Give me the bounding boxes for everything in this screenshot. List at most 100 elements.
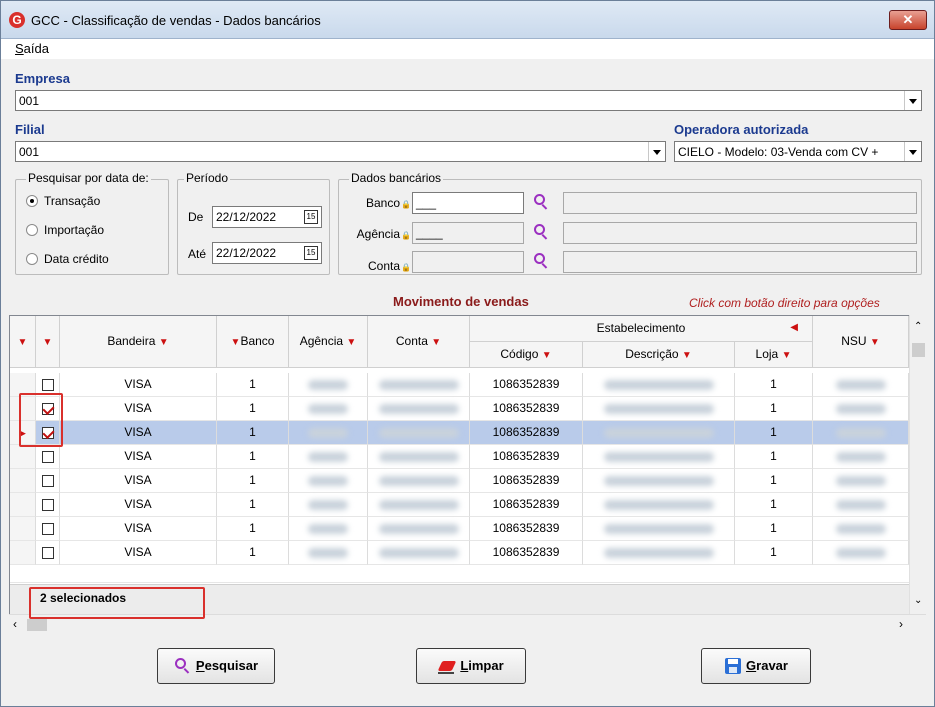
chevron-down-icon[interactable]	[904, 91, 921, 110]
search-icon[interactable]	[533, 224, 549, 240]
filter-icon[interactable]: ▼	[231, 337, 241, 348]
ate-date-input[interactable]: 22/12/2022 15	[212, 242, 322, 264]
table-row[interactable]: VISA 1 1086352839 1	[10, 517, 910, 541]
table-row[interactable]: VISA 1 1086352839 1	[10, 373, 910, 397]
radio-button[interactable]	[26, 224, 38, 236]
table-row[interactable]: VISA 1 1086352839 1	[10, 445, 910, 469]
row-checkbox[interactable]	[41, 498, 54, 511]
grid-caption: Movimento de vendas	[393, 294, 529, 309]
row-checkbox-cell[interactable]	[36, 445, 60, 469]
cell-conta	[368, 397, 470, 421]
col-agencia-header[interactable]: Agência ▼	[289, 316, 368, 368]
redacted-value	[603, 403, 714, 414]
col-nsu-label: NSU	[841, 334, 867, 348]
cell-bandeira: VISA	[60, 421, 217, 445]
filter-icon[interactable]: ▼	[43, 337, 53, 348]
checkbox-column-header[interactable]: ▼	[36, 316, 60, 368]
scroll-thumb-h[interactable]	[27, 619, 47, 631]
close-button[interactable]: ✕	[889, 10, 927, 30]
filter-icon[interactable]: ▼	[431, 337, 441, 348]
search-icon[interactable]	[533, 194, 549, 210]
cell-nsu	[813, 469, 909, 493]
col-bandeira-label: Bandeira	[107, 334, 156, 348]
radio-transacao[interactable]: Transação	[26, 194, 100, 210]
redacted-value	[378, 475, 459, 486]
table-row[interactable]: VISA 1 1086352839 1	[10, 541, 910, 565]
agencia-label-text: Agência	[356, 227, 401, 241]
title-bar[interactable]: G GCC - Classificação de vendas - Dados …	[1, 1, 934, 39]
cell-loja: 1	[735, 493, 813, 517]
col-descricao-header[interactable]: Descrição ▼	[583, 342, 735, 368]
table-row[interactable]: VISA 1 1086352839 1	[10, 397, 910, 421]
col-loja-header[interactable]: Loja ▼	[735, 342, 813, 368]
redacted-value	[603, 523, 714, 534]
cell-agencia	[289, 517, 368, 541]
filter-icon[interactable]: ▼	[870, 337, 880, 348]
banco-label: Banco🔒	[343, 196, 411, 210]
app-logo-icon: G	[9, 12, 25, 28]
row-checkbox[interactable]	[41, 546, 54, 559]
chevron-down-icon[interactable]	[904, 142, 921, 161]
col-bandeira-header[interactable]: Bandeira ▼	[60, 316, 217, 368]
row-checkbox[interactable]	[41, 522, 54, 535]
col-banco-header[interactable]: ▼Banco	[217, 316, 289, 368]
agencia-input[interactable]: ____	[412, 222, 524, 244]
conta-input[interactable]	[412, 251, 524, 273]
row-checkbox-cell[interactable]	[36, 541, 60, 565]
cell-agencia	[289, 469, 368, 493]
col-banco-label: Banco	[240, 334, 275, 348]
operadora-combo[interactable]: CIELO - Modelo: 03-Venda com CV +	[674, 141, 922, 162]
row-checkbox[interactable]	[41, 378, 54, 391]
banco-input[interactable]: ___	[412, 192, 524, 214]
gravar-label: ravar	[756, 658, 788, 673]
scroll-down-icon[interactable]: ⌄	[914, 595, 922, 606]
cell-loja: 1	[735, 373, 813, 397]
scroll-right-icon[interactable]: ›	[899, 617, 903, 631]
cell-agencia	[289, 493, 368, 517]
cell-conta	[368, 445, 470, 469]
row-checkbox[interactable]	[41, 450, 54, 463]
filter-icon[interactable]: ▼	[542, 350, 552, 361]
radio-button[interactable]	[26, 195, 38, 207]
operadora-value: CIELO - Modelo: 03-Venda com CV +	[678, 145, 879, 159]
collapse-arrow-icon[interactable]: ◀	[790, 316, 798, 340]
vertical-scrollbar[interactable]: ⌃ ⌄	[909, 315, 926, 614]
table-row[interactable]: ▶ VISA 1 1086352839 1	[10, 421, 910, 445]
filter-icon[interactable]: ▼	[782, 350, 792, 361]
scroll-up-icon[interactable]: ⌃	[914, 321, 922, 332]
col-nsu-header[interactable]: NSU ▼	[813, 316, 909, 368]
radio-button[interactable]	[26, 253, 38, 265]
filial-combo[interactable]: 001	[15, 141, 666, 162]
filter-icon[interactable]: ▼	[346, 337, 356, 348]
redacted-value	[378, 451, 459, 462]
scroll-thumb[interactable]	[912, 343, 925, 357]
row-checkbox-cell[interactable]	[36, 469, 60, 493]
empresa-combo[interactable]: 001	[15, 90, 922, 111]
limpar-button[interactable]: Limpar	[416, 648, 526, 684]
filter-icon[interactable]: ▼	[159, 337, 169, 348]
redacted-value	[603, 547, 714, 558]
scroll-left-icon[interactable]: ‹	[13, 617, 17, 631]
redacted-value	[603, 427, 714, 438]
gravar-button[interactable]: Gravar	[701, 648, 811, 684]
dados-bancarios-title: Dados bancários	[349, 171, 444, 185]
row-indicator	[10, 541, 36, 565]
filter-icon[interactable]: ▼	[682, 350, 692, 361]
table-row[interactable]: VISA 1 1086352839 1	[10, 469, 910, 493]
calendar-icon[interactable]: 15	[304, 246, 318, 260]
de-date-input[interactable]: 22/12/2022 15	[212, 206, 322, 228]
radio-data-credito[interactable]: Data crédito	[26, 252, 109, 268]
chevron-down-icon[interactable]	[648, 142, 665, 161]
col-codigo-header[interactable]: Código ▼	[470, 342, 583, 368]
grid-corner-header[interactable]: ▼	[10, 316, 36, 368]
row-checkbox[interactable]	[41, 474, 54, 487]
table-row[interactable]: VISA 1 1086352839 1	[10, 493, 910, 517]
radio-importacao[interactable]: Importação	[26, 223, 104, 239]
calendar-icon[interactable]: 15	[304, 210, 318, 224]
pesquisar-button[interactable]: Pesquisar	[157, 648, 275, 684]
row-checkbox-cell[interactable]	[36, 517, 60, 541]
menu-item-saida[interactable]: Saída	[15, 41, 49, 56]
col-conta-header[interactable]: Conta ▼	[368, 316, 470, 368]
search-icon[interactable]	[533, 253, 549, 269]
row-checkbox-cell[interactable]	[36, 493, 60, 517]
